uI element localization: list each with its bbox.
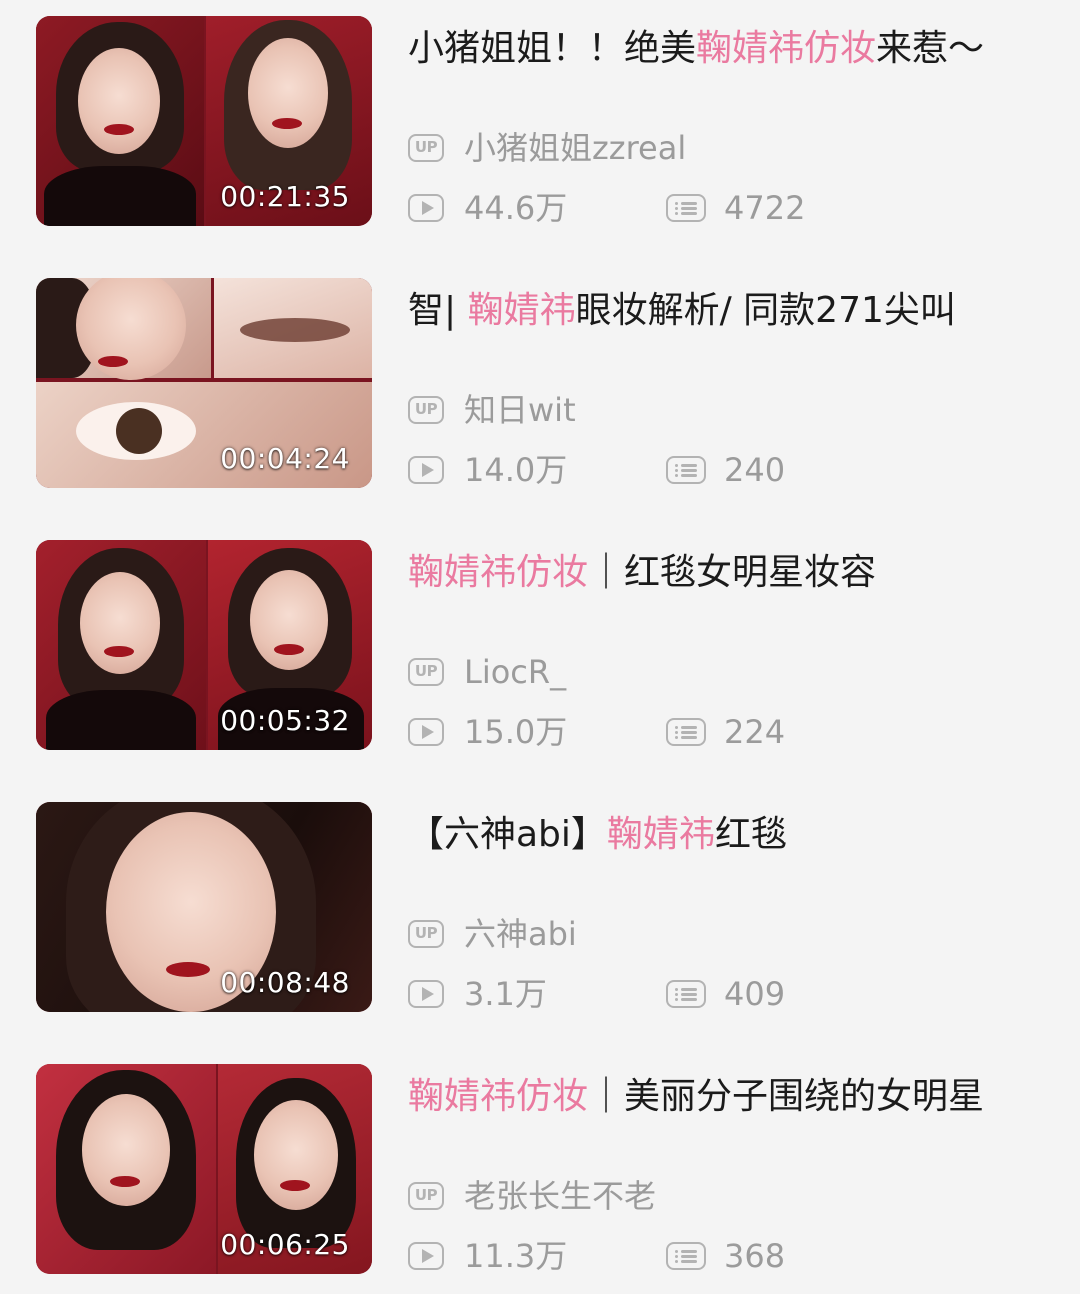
up-badge-icon: UP [408,1182,444,1210]
title-highlight: 鞠婧祎仿妆 [696,28,877,69]
video-title[interactable]: 小猪姐姐！！绝美鞠婧祎仿妆来惹～ [408,26,1008,72]
video-title[interactable]: 鞠婧祎仿妆｜红毯女明星妆容 [408,550,1008,596]
video-thumbnail[interactable]: 00:05:32 [36,540,372,750]
thumbnail-panel [36,540,206,750]
up-badge-icon: UP [408,658,444,686]
thumbnail-panel [36,1064,216,1274]
video-item[interactable]: 00:04:24 智| 鞠婧祎眼妆解析/ 同款271尖叫 UP 知日wit 14… [0,278,1080,508]
view-count: 14.0万 [464,451,568,489]
uploader-name: 知日wit [464,391,576,429]
video-duration: 00:21:35 [220,180,350,213]
title-text: 智| [408,290,468,331]
video-title[interactable]: 智| 鞠婧祎眼妆解析/ 同款271尖叫 [408,288,1008,334]
danmaku-icon [666,1242,706,1270]
danmaku-count: 409 [724,975,786,1013]
video-item[interactable]: 00:06:25 鞠婧祎仿妆｜美丽分子围绕的女明星 UP 老张长生不老 11.3… [0,1064,1080,1294]
video-title[interactable]: 鞠婧祎仿妆｜美丽分子围绕的女明星 [408,1074,1008,1120]
uploader-row[interactable]: UP 老张长生不老 [408,1176,1028,1216]
video-duration: 00:05:32 [220,704,350,737]
stats-row: 11.3万 368 [408,1236,1028,1276]
video-duration: 00:04:24 [220,442,350,475]
view-count: 11.3万 [464,1237,568,1275]
uploader-row[interactable]: UP 小猪姐姐zzreal [408,128,1028,168]
title-text: ｜红毯女明星妆容 [588,552,877,593]
up-badge-icon: UP [408,396,444,424]
view-count: 3.1万 [464,975,547,1013]
stats-row: 15.0万 224 [408,712,1028,752]
play-icon [408,1242,444,1270]
title-text: 小猪姐姐！！绝美 [408,28,697,69]
title-highlight: 鞠婧祎 [606,814,715,855]
thumbnail-panel [36,16,204,226]
title-highlight: 鞠婧祎 [467,290,576,331]
video-item[interactable]: 00:08:48 【六神abi】鞠婧祎红毯 UP 六神abi 3.1万 409 [0,802,1080,1032]
video-item[interactable]: 00:05:32 鞠婧祎仿妆｜红毯女明星妆容 UP LiocR_ 15.0万 2… [0,540,1080,770]
stats-row: 3.1万 409 [408,974,1028,1014]
title-text: 眼妆解析/ 同款271尖叫 [575,290,956,331]
uploader-name: 小猪姐姐zzreal [464,129,687,167]
title-highlight: 鞠婧祎仿妆 [408,552,589,593]
uploader-row[interactable]: UP 知日wit [408,390,1028,430]
play-icon [408,456,444,484]
video-item[interactable]: 00:21:35 小猪姐姐！！绝美鞠婧祎仿妆来惹～ UP 小猪姐姐zzreal … [0,16,1080,246]
title-text: 来惹～ [876,28,985,69]
video-duration: 00:06:25 [220,1228,350,1261]
danmaku-count: 4722 [724,189,806,227]
play-icon [408,980,444,1008]
thumbnail-panel [36,278,211,380]
video-thumbnail[interactable]: 00:08:48 [36,802,372,1012]
stats-row: 14.0万 240 [408,450,1028,490]
danmaku-icon [666,456,706,484]
up-badge-icon: UP [408,920,444,948]
title-text: ｜美丽分子围绕的女明星 [588,1076,985,1117]
uploader-name: 老张长生不老 [464,1177,657,1215]
uploader-row[interactable]: UP LiocR_ [408,652,1028,692]
uploader-name: LiocR_ [464,653,567,691]
thumbnail-panel [214,278,372,378]
danmaku-count: 368 [724,1237,786,1275]
title-text: 红毯 [714,814,787,855]
view-count: 44.6万 [464,189,568,227]
up-badge-icon: UP [408,134,444,162]
danmaku-count: 224 [724,713,786,751]
view-count: 15.0万 [464,713,568,751]
danmaku-icon [666,194,706,222]
video-thumbnail[interactable]: 00:04:24 [36,278,372,488]
danmaku-count: 240 [724,451,786,489]
video-title[interactable]: 【六神abi】鞠婧祎红毯 [408,812,1008,858]
video-duration: 00:08:48 [220,966,350,999]
title-text: 【六神abi】 [408,814,607,855]
stats-row: 44.6万 4722 [408,188,1028,228]
play-icon [408,194,444,222]
uploader-name: 六神abi [464,915,577,953]
play-icon [408,718,444,746]
title-highlight: 鞠婧祎仿妆 [408,1076,589,1117]
video-thumbnail[interactable]: 00:21:35 [36,16,372,226]
danmaku-icon [666,718,706,746]
danmaku-icon [666,980,706,1008]
video-thumbnail[interactable]: 00:06:25 [36,1064,372,1274]
uploader-row[interactable]: UP 六神abi [408,914,1028,954]
